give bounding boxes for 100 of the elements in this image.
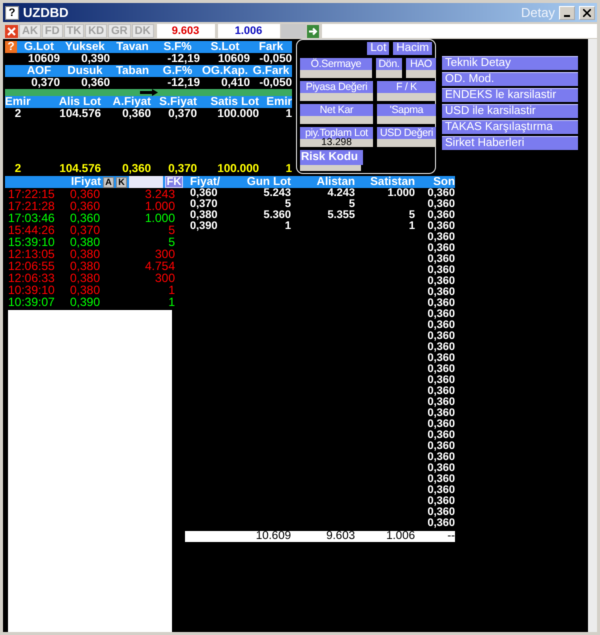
table-cell-text: 0,360 (121, 163, 151, 175)
table-cell-text: 104.576 (58, 108, 101, 120)
column-header: Emir (5, 96, 31, 108)
column-header: Fiyat/ (189, 176, 222, 188)
help-icon[interactable]: ? (5, 6, 19, 20)
table-cell-text: 0,360 (121, 108, 151, 120)
table-cell-text: 1 (167, 296, 175, 308)
table-cell-text: 5 (167, 224, 175, 236)
table-cell-text: 0,360 (426, 386, 455, 397)
menu-item[interactable]: ENDEKS le karsilastir (442, 88, 578, 102)
value-field (377, 116, 436, 124)
input-field[interactable] (129, 176, 163, 188)
table-cell-text: 12:06:55 (8, 260, 56, 272)
table-cell-text: 17:21:28 (8, 200, 56, 212)
table-cell-text: 0,360 (426, 430, 455, 441)
menu-item[interactable]: Teknik Detay (442, 56, 578, 70)
table-cell-text: 0,360 (426, 232, 455, 243)
minimize-button[interactable] (559, 6, 575, 20)
menu-item[interactable]: Sirket Haberleri (442, 136, 578, 150)
column-header: S.F% (162, 41, 193, 53)
column-header: G.Fark (252, 65, 290, 77)
help-icon[interactable]: ? (5, 41, 17, 53)
table-cell-text: 0,360 (426, 364, 455, 375)
table-cell-text: -12,19 (166, 77, 200, 89)
table-cell-text: 12:06:33 (8, 272, 56, 284)
table-cell-text: 1 (408, 221, 415, 232)
table-cell-text: 0,360 (426, 375, 455, 386)
table-cell-text: 0,360 (426, 276, 455, 287)
column-header: Emir (265, 96, 292, 108)
table-cell-text: 1.006 (385, 531, 415, 542)
table-cell-text: 0,380 (70, 272, 102, 284)
field-label: F / K (377, 81, 436, 93)
scrollbar[interactable] (588, 39, 597, 632)
table-cell-text: 10609 (217, 53, 250, 65)
table-cell-text: 0,370 (30, 77, 60, 89)
table-cell-text: 5.355 (326, 210, 355, 221)
table-cell-text: 0,360 (426, 441, 455, 452)
filter-button[interactable]: K (116, 176, 127, 188)
table-cell-text: -- (446, 531, 455, 542)
table-cell-text: 0,360 (426, 474, 455, 485)
table-cell-text: 0,380 (70, 284, 102, 296)
table-cell-text: 0,390 (189, 221, 219, 232)
toggle-button[interactable]: Lot (367, 42, 390, 55)
field-label: Piyasa Değeri (300, 81, 373, 93)
close-button[interactable] (579, 6, 595, 20)
input-field[interactable] (322, 24, 597, 38)
table-cell-text: 0,390 (70, 296, 102, 308)
table-cell-text: 1.000 (386, 188, 415, 199)
table-cell-text: 15:44:26 (8, 224, 56, 236)
table-cell-text: 17:22:15 (8, 188, 56, 200)
table-cell-text: 300 (154, 272, 175, 284)
column-header: Yuksek (64, 41, 106, 53)
column-header: Alistan (316, 176, 355, 188)
menu-item[interactable]: TAKAS Karşılaştırma (442, 120, 578, 134)
arrow-icon[interactable] (306, 24, 319, 38)
table-cell-text: 0,360 (70, 188, 100, 200)
table-cell-text: -0,050 (258, 77, 292, 89)
toggle-button[interactable]: Hacim (393, 42, 432, 55)
table-cell-text: 0,360 (70, 212, 102, 224)
value-field (377, 93, 436, 101)
value-field (300, 70, 372, 78)
table-cell-text: 0,360 (426, 331, 455, 342)
field-label: HAO (406, 58, 436, 70)
table-cell-text: 15:39:10 (8, 236, 56, 248)
filter-button[interactable]: FK (165, 176, 183, 188)
table-cell-text: -0,050 (258, 53, 292, 65)
table-cell-text: 300 (154, 248, 175, 260)
table-cell-text: 9.603 (325, 531, 355, 542)
field-label: USD Değeri (377, 127, 436, 139)
menu-item[interactable]: USD ile karsilastir (442, 104, 578, 118)
filter-button[interactable]: A (103, 176, 114, 188)
table-cell-text: 0,360 (426, 298, 455, 309)
table-cell-text: 0,360 (426, 507, 455, 518)
table-cell-text: 10609 (27, 53, 60, 65)
table-cell-text: 100.000 (216, 108, 259, 120)
table-cell-text: 100.000 (216, 163, 259, 175)
table-cell-text: 1 (284, 108, 292, 120)
table-cell-text: 12:13:05 (8, 248, 56, 260)
table-cell-text: 0,360 (426, 452, 455, 463)
table-cell-text: 0,360 (426, 320, 455, 331)
window-subtitle: Detay (521, 5, 555, 20)
table-cell-text: 0,360 (426, 221, 455, 232)
column-header: Taban (114, 65, 150, 77)
column-header: G.Lot (22, 41, 56, 53)
column-header: Fark (258, 41, 284, 53)
close-icon[interactable] (5, 24, 18, 38)
table-cell-text: 0,370 (70, 224, 102, 236)
table-cell-text: 10:39:07 (8, 296, 56, 308)
column-header: S.Fiyat (158, 96, 197, 108)
menu-item[interactable]: OD. Mod. (442, 72, 578, 86)
table-cell-text: 1 (284, 221, 291, 232)
field-label: Risk Kodu (300, 150, 363, 165)
table-cell-text: 0,360 (426, 287, 455, 298)
input-field[interactable] (280, 24, 306, 38)
column-header: IFiyat (70, 176, 101, 188)
column-header: A.Fiyat (112, 96, 151, 108)
field-label: Dön. (376, 58, 402, 70)
table-cell-text: 0,360 (426, 188, 455, 199)
table-cell-text: 104.576 (58, 163, 101, 175)
table-cell-text: 17:03:46 (8, 212, 56, 224)
